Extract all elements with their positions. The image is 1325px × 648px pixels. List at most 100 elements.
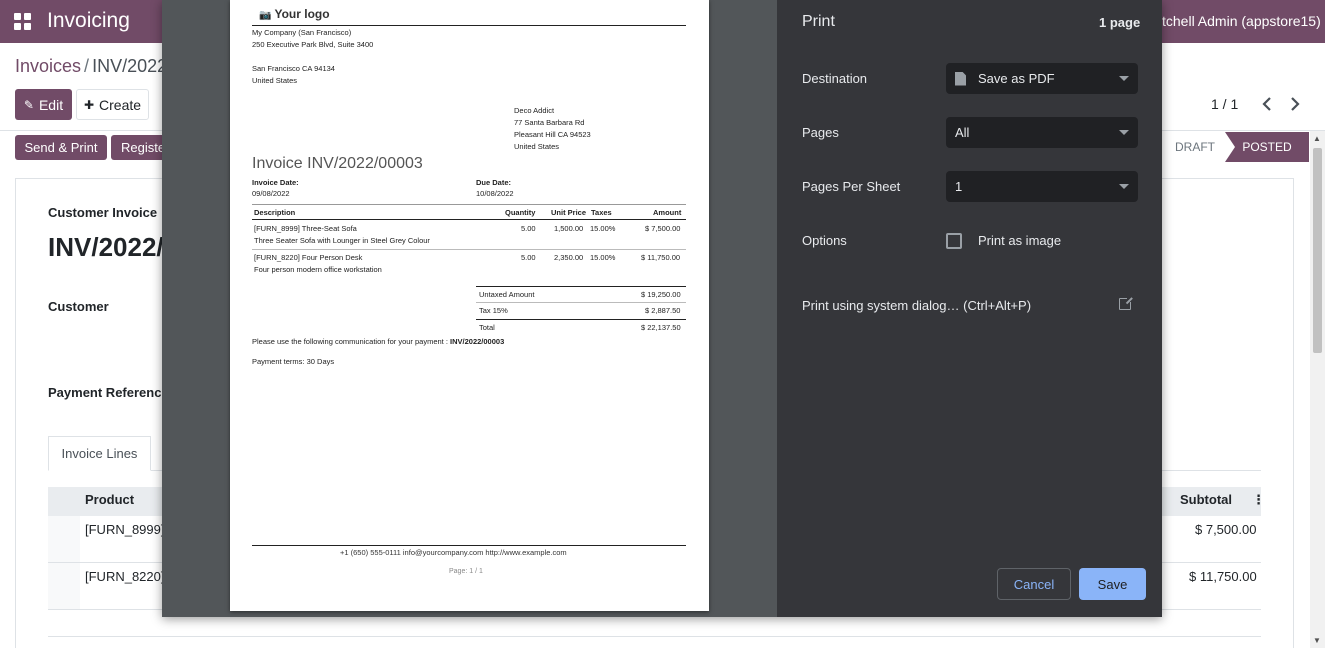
pager-next-icon[interactable] [1288, 95, 1302, 113]
edit-button[interactable]: ✎ Edit [15, 89, 72, 120]
chevron-down-icon [1119, 130, 1129, 135]
partner-line: Pleasant Hill CA 94523 [514, 130, 591, 139]
table-row-subtotal: $ 11,750.00 [1189, 569, 1257, 584]
preview-page-number: Page: 1 / 1 [449, 568, 483, 575]
open-external-icon[interactable] [1119, 296, 1133, 310]
partner-line: 77 Santa Barbara Rd [514, 118, 585, 127]
print-title: Print [802, 13, 835, 30]
system-dialog-link[interactable]: Print using system dialog… (Ctrl+Alt+P) [802, 298, 1031, 313]
pencil-icon: ✎ [23, 97, 34, 112]
destination-label: Destination [802, 71, 868, 86]
print-settings-panel: Print 1 page Destination Save as PDF Pag… [777, 0, 1162, 617]
partner-line: Deco Addict [514, 106, 555, 115]
preview-line-desc: [FURN_8220] Four Person Desk [254, 253, 363, 262]
app-name[interactable]: Invoicing [47, 9, 130, 33]
preview-line-tax: 15.00% [590, 224, 616, 233]
table-header-rule [252, 219, 686, 220]
logo-text: Your logo [274, 7, 330, 21]
communication-text: Please use the following communication f… [252, 338, 504, 346]
payment-reference-label: Payment Referenc [48, 385, 162, 400]
th-taxes: Taxes [591, 208, 612, 217]
partner-line: United States [514, 142, 560, 151]
user-menu[interactable]: tchell Admin (appstore15) [1162, 13, 1321, 29]
pages-per-sheet-select[interactable]: 1 [946, 171, 1138, 202]
print-as-image-label[interactable]: Print as image [978, 233, 1061, 248]
due-date-label: Due Date: [476, 178, 512, 187]
preview-line-amount: $ 11,750.00 [641, 253, 681, 262]
create-button-label: Create [99, 96, 142, 113]
pages-per-sheet-value: 1 [955, 179, 963, 194]
status-draft[interactable]: DRAFT [1165, 132, 1225, 162]
pager-previous-icon[interactable] [1260, 95, 1274, 113]
footer-rule [252, 545, 686, 546]
optional-columns-icon[interactable]: ⋮ [1252, 492, 1265, 508]
tab-invoice-lines[interactable]: Invoice Lines [48, 436, 151, 471]
pager-value[interactable]: 1 / 1 [1211, 96, 1238, 112]
breadcrumb-invoices-link[interactable]: Invoices [15, 56, 81, 76]
print-preview-page: 📷 Your logo My Company (San Francisco) 25… [230, 0, 709, 611]
status-posted[interactable]: POSTED [1225, 132, 1309, 162]
create-button[interactable]: ✚ Create [76, 89, 149, 120]
scroll-up-arrow-icon[interactable]: ▲ [1313, 134, 1321, 143]
pages-select[interactable]: All [946, 117, 1138, 148]
untaxed-label: Untaxed Amount [479, 290, 535, 299]
preview-line-desc: Three Seater Sofa with Lounger in Steel … [254, 236, 430, 245]
table-row-subtotal: $ 7,500.00 [1195, 522, 1257, 537]
preview-line-qty: 5.00 [521, 224, 536, 233]
th-unit-price: Unit Price [551, 208, 587, 217]
company-logo: 📷 Your logo [259, 7, 330, 21]
cancel-button[interactable]: Cancel [997, 568, 1071, 600]
preview-line-amount: $ 7,500.00 [645, 224, 681, 233]
page-count: 1 page [1099, 15, 1141, 30]
edit-button-label: Edit [38, 96, 64, 113]
total-label: Total [479, 323, 495, 332]
destination-select[interactable]: Save as PDF [946, 63, 1138, 94]
preview-line-tax: 15.00% [590, 253, 616, 262]
company-line: 250 Executive Park Blvd, Suite 3400 [252, 40, 374, 49]
communication-ref: INV/2022/00003 [450, 337, 505, 346]
plus-icon: ✚ [83, 97, 95, 112]
preview-line-desc: Four person modern office workstation [254, 265, 382, 274]
print-as-image-checkbox[interactable] [946, 233, 962, 249]
send-print-button[interactable]: Send & Print [15, 135, 107, 160]
table-row-product[interactable]: [FURN_8220] [85, 569, 164, 584]
destination-value: Save as PDF [978, 71, 1055, 86]
scroll-down-arrow-icon[interactable]: ▼ [1313, 636, 1321, 645]
invoice-type-label: Customer Invoice [48, 205, 158, 220]
totals-rule [476, 302, 686, 303]
chevron-down-icon [1119, 76, 1129, 81]
th-description: Description [254, 208, 296, 217]
pages-per-sheet-label: Pages Per Sheet [802, 179, 901, 194]
tax-value: $ 2,887.50 [645, 306, 681, 315]
table-row-product[interactable]: [FURN_8999] [85, 522, 164, 537]
invoice-date-label: Invoice Date: [252, 178, 299, 187]
row-handle-column [48, 516, 80, 610]
tax-label: Tax 15% [479, 306, 508, 315]
communication-label: Please use the following communication f… [252, 337, 448, 346]
print-dialog: 📷 Your logo My Company (San Francisco) 25… [162, 0, 1162, 617]
payment-terms: Payment terms: 30 Days [252, 357, 335, 366]
scrollbar-thumb[interactable] [1313, 148, 1322, 353]
th-quantity: Quantity [505, 208, 536, 217]
total-value: $ 22,137.50 [641, 323, 681, 332]
print-preview-area: 📷 Your logo My Company (San Francisco) 25… [162, 0, 777, 617]
row-separator [48, 636, 1261, 637]
preview-footer: +1 (650) 555-0111 info@yourcompany.com h… [340, 548, 567, 557]
save-button[interactable]: Save [1079, 568, 1146, 600]
total-rule [476, 319, 686, 320]
totals-top-rule [476, 286, 686, 287]
column-header-product[interactable]: Product [85, 492, 134, 507]
company-line: United States [252, 76, 298, 85]
options-label: Options [802, 233, 847, 248]
pages-value: All [955, 125, 970, 140]
line-rule [252, 249, 686, 250]
column-header-subtotal[interactable]: Subtotal [1180, 492, 1232, 507]
preview-line-price: 2,350.00 [554, 253, 584, 262]
document-icon [955, 71, 966, 86]
customer-label: Customer [48, 299, 109, 314]
preview-line-price: 1,500.00 [554, 224, 584, 233]
breadcrumb-separator: / [84, 56, 90, 76]
chevron-down-icon [1119, 184, 1129, 189]
apps-menu-icon[interactable] [14, 13, 31, 30]
company-line: My Company (San Francisco) [252, 28, 352, 37]
